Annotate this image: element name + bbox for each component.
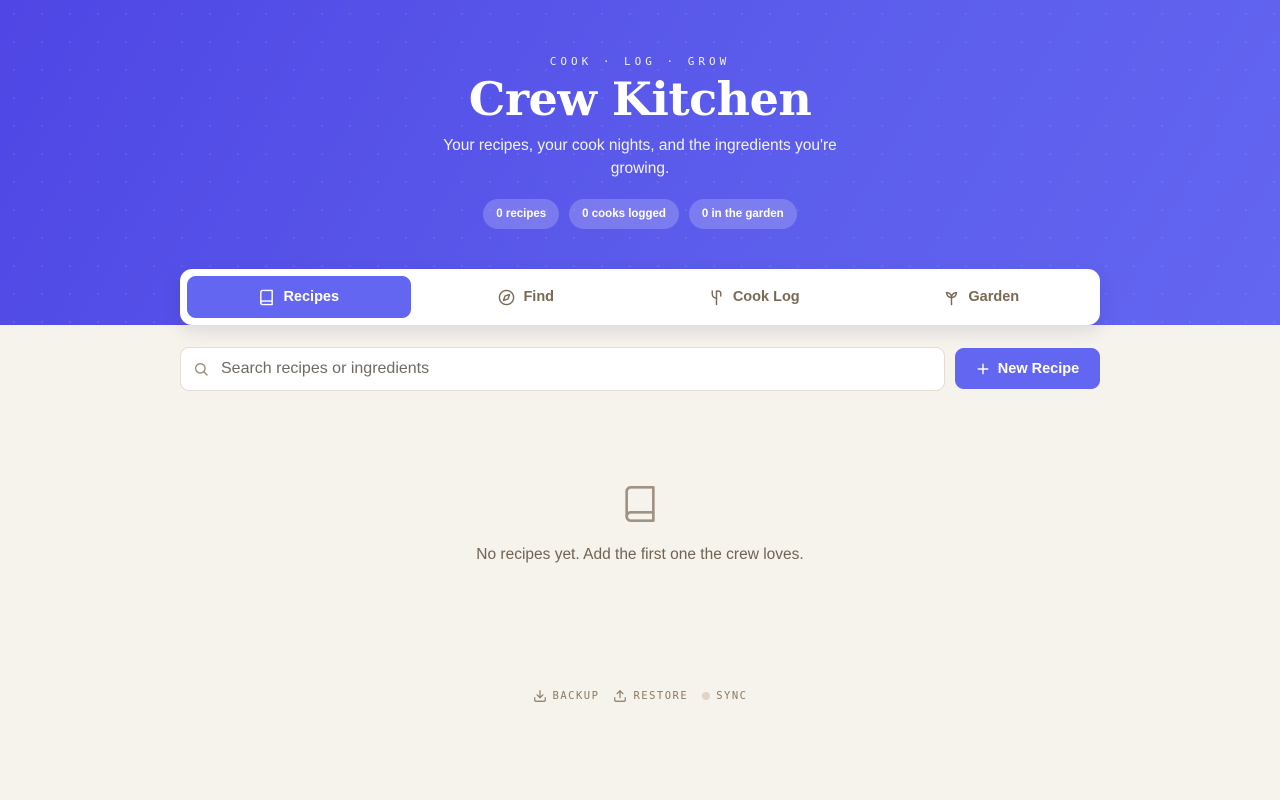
stat-cooks-badge: 0 cooks logged <box>569 199 679 229</box>
tagline: COOK · LOG · GROW <box>549 55 731 68</box>
new-recipe-button[interactable]: New Recipe <box>955 348 1100 389</box>
book-icon <box>260 289 274 305</box>
stat-recipes-badge: 0 recipes <box>483 199 560 229</box>
book-icon <box>625 486 655 522</box>
new-recipe-label: New Recipe <box>997 360 1080 377</box>
tab-cook-log[interactable]: Cook Log <box>642 276 866 318</box>
search-box <box>180 347 945 391</box>
empty-state-message: No recipes yet. Add the first one the cr… <box>476 546 804 563</box>
tab-label: Garden <box>968 289 1020 305</box>
backup-label: BACKUP <box>552 690 600 702</box>
restore-button[interactable]: RESTORE <box>613 689 688 703</box>
utensils-icon <box>711 289 722 305</box>
sync-button[interactable]: SYNC <box>702 689 747 703</box>
search-icon <box>195 363 208 376</box>
tab-label: Find <box>523 289 555 305</box>
tab-recipes[interactable]: Recipes <box>187 276 411 318</box>
tab-label: Cook Log <box>732 289 800 305</box>
app-subtitle: Your recipes, your cook nights, and the … <box>443 137 837 177</box>
compass-icon <box>499 289 515 305</box>
tab-garden[interactable]: Garden <box>870 276 1094 318</box>
search-input[interactable] <box>221 360 921 378</box>
backup-button[interactable]: BACKUP <box>533 689 600 703</box>
upload-icon <box>614 690 627 702</box>
app-title: Crew Kitchen <box>468 72 812 126</box>
sync-status-dot <box>702 692 711 700</box>
plus-icon <box>977 363 989 374</box>
tab-label: Recipes <box>283 289 340 305</box>
stat-garden-badge: 0 in the garden <box>688 199 797 229</box>
download-icon <box>533 690 546 702</box>
main-tabs: Recipes Find Cook Log Garden <box>180 269 1100 325</box>
footer-actions: BACKUP RESTORE SYNC <box>0 689 1280 703</box>
tab-find[interactable]: Find <box>415 276 639 318</box>
sprout-icon <box>946 291 958 305</box>
restore-label: RESTORE <box>633 690 689 702</box>
sync-label: SYNC <box>716 690 748 702</box>
stats-row: 0 recipes 0 cooks logged 0 in the garden <box>0 199 1280 229</box>
